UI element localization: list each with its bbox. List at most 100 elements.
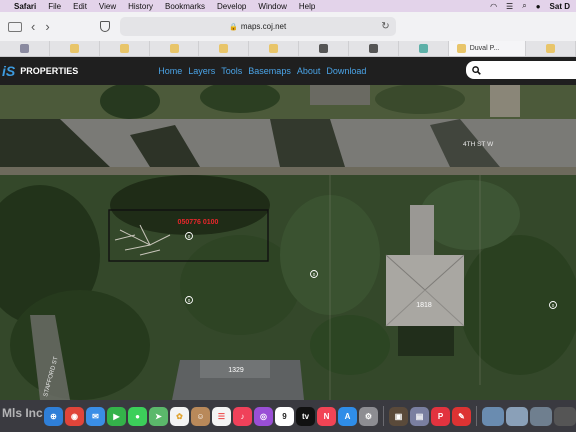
safari-icon[interactable]: ⊕ bbox=[44, 406, 63, 426]
tv-icon[interactable]: tv bbox=[296, 406, 315, 426]
site-title: PROPERTIES bbox=[20, 66, 79, 76]
map-canvas[interactable]: 0 0 0 0 050776 0100 4TH ST W 1818 1329 S… bbox=[0, 85, 576, 400]
dock-separator bbox=[476, 406, 477, 426]
nav-home[interactable]: Home bbox=[158, 66, 182, 76]
sidewalk bbox=[0, 167, 576, 175]
back-icon[interactable]: ‹ bbox=[31, 19, 35, 34]
reload-icon[interactable]: ↻ bbox=[381, 21, 389, 32]
photo-app-icon[interactable]: ▣ bbox=[389, 406, 408, 426]
contacts-icon[interactable]: ☺ bbox=[191, 406, 210, 426]
tab-favicon-icon bbox=[19, 44, 29, 53]
tab[interactable] bbox=[349, 41, 399, 56]
minimized-window-icon[interactable] bbox=[506, 406, 528, 426]
tree-canopy bbox=[110, 175, 270, 235]
menu-develop[interactable]: Develop bbox=[217, 2, 246, 11]
driveway bbox=[490, 85, 520, 117]
house-number-label: 1818 bbox=[416, 302, 432, 309]
control-center-icon[interactable]: ☰ bbox=[506, 2, 513, 11]
apple-favicon-icon bbox=[368, 44, 378, 53]
tab[interactable] bbox=[50, 41, 100, 56]
calendar-icon[interactable]: 9 bbox=[275, 406, 294, 426]
driveway bbox=[310, 85, 370, 105]
tab-favicon-icon bbox=[269, 44, 279, 53]
tab[interactable] bbox=[299, 41, 350, 56]
nav-basemaps[interactable]: Basemaps bbox=[248, 66, 291, 76]
tab[interactable] bbox=[100, 41, 150, 56]
menu-help[interactable]: Help bbox=[299, 2, 315, 11]
menubar-clock[interactable]: Sat D bbox=[550, 2, 570, 11]
parcel-id-label: 050776 0100 bbox=[178, 219, 219, 226]
menu-safari[interactable]: Safari bbox=[14, 2, 36, 11]
wifi-icon[interactable]: ◠ bbox=[490, 2, 497, 11]
tab[interactable] bbox=[249, 41, 300, 56]
menu-bar: Safari File Edit View History Bookmarks … bbox=[0, 0, 576, 12]
menu-edit[interactable]: Edit bbox=[73, 2, 87, 11]
messages-icon[interactable]: ● bbox=[128, 406, 147, 426]
menu-view[interactable]: View bbox=[99, 2, 116, 11]
dock-separator bbox=[383, 406, 384, 426]
street-label-4th-st: 4TH ST W bbox=[463, 141, 494, 148]
sidebar-toggle-icon[interactable] bbox=[8, 21, 22, 32]
tree-canopy bbox=[420, 180, 520, 250]
active-tab-title: Duval P... bbox=[469, 45, 500, 52]
house-1329 bbox=[172, 360, 304, 400]
app-store-icon[interactable]: A bbox=[338, 406, 357, 426]
chrome-icon[interactable]: ◉ bbox=[65, 406, 84, 426]
tree-canopy bbox=[310, 315, 390, 375]
menu-history[interactable]: History bbox=[128, 2, 153, 11]
music-icon[interactable]: ♪ bbox=[233, 406, 252, 426]
trash-icon[interactable] bbox=[554, 406, 576, 426]
tab[interactable] bbox=[199, 41, 250, 56]
yard-area bbox=[0, 85, 576, 119]
tab-favicon-icon bbox=[169, 44, 179, 53]
tab[interactable] bbox=[399, 41, 449, 56]
house-shadow bbox=[398, 326, 454, 356]
tab-favicon-icon bbox=[546, 44, 556, 53]
tree-canopy bbox=[460, 235, 576, 375]
tab-favicon-icon bbox=[219, 44, 229, 53]
tree-canopy bbox=[375, 85, 465, 114]
watermark: Mls Inc bbox=[2, 406, 43, 420]
house-wing bbox=[410, 205, 434, 255]
minimized-window-icon[interactable] bbox=[530, 406, 552, 426]
tab[interactable] bbox=[526, 41, 576, 56]
tree-canopy bbox=[10, 290, 150, 400]
forward-icon[interactable]: › bbox=[45, 19, 49, 34]
nav-layers[interactable]: Layers bbox=[188, 66, 215, 76]
tab-bar: Duval P... bbox=[0, 41, 576, 57]
address-bar[interactable]: 🔒 maps.coj.net ↻ bbox=[119, 17, 396, 36]
lock-icon: 🔒 bbox=[229, 23, 238, 31]
site-logo[interactable]: iS bbox=[2, 63, 15, 79]
tab[interactable] bbox=[150, 41, 200, 56]
nav-tools[interactable]: Tools bbox=[221, 66, 242, 76]
preview-icon[interactable]: ▤ bbox=[410, 406, 429, 426]
menu-window[interactable]: Window bbox=[258, 2, 286, 11]
tab-favicon-icon bbox=[456, 44, 466, 53]
pdf-app-icon[interactable]: P bbox=[431, 406, 450, 426]
privacy-shield-icon[interactable] bbox=[99, 21, 110, 32]
tab[interactable] bbox=[0, 41, 50, 56]
tab-active[interactable]: Duval P... bbox=[448, 41, 527, 56]
site-nav: Home Layers Tools Basemaps About Downloa… bbox=[158, 66, 366, 76]
news-icon[interactable]: N bbox=[317, 406, 336, 426]
notes-app-icon[interactable]: ✎ bbox=[452, 406, 471, 426]
search-icon[interactable]: ⌕ bbox=[522, 1, 526, 11]
photos-icon[interactable]: ✿ bbox=[170, 406, 189, 426]
minimized-window-icon[interactable] bbox=[482, 406, 504, 426]
mail-icon[interactable]: ✉ bbox=[86, 406, 105, 426]
user-icon[interactable]: ● bbox=[536, 2, 541, 11]
maps-icon[interactable]: ➤ bbox=[149, 406, 168, 426]
nav-about[interactable]: About bbox=[297, 66, 321, 76]
menu-file[interactable]: File bbox=[48, 2, 61, 11]
system-settings-icon[interactable]: ⚙ bbox=[359, 406, 378, 426]
tab-favicon-icon bbox=[119, 44, 129, 53]
url-text: maps.coj.net bbox=[240, 22, 287, 31]
podcasts-icon[interactable]: ◎ bbox=[254, 406, 273, 426]
menu-bookmarks[interactable]: Bookmarks bbox=[165, 2, 205, 11]
reminders-icon[interactable]: ☰ bbox=[212, 406, 231, 426]
dock: ⊕ ◉ ✉ ▶ ● ➤ ✿ ☺ ☰ ♪ ◎ 9 tv N A ⚙ ▣ ▤ P ✎ bbox=[0, 400, 576, 432]
map-search-input[interactable] bbox=[466, 61, 576, 79]
nav-download[interactable]: Download bbox=[326, 66, 366, 76]
facetime-icon[interactable]: ▶ bbox=[107, 406, 126, 426]
aerial-map[interactable]: 0 0 0 0 050776 0100 4TH ST W 1818 1329 S… bbox=[0, 85, 576, 400]
